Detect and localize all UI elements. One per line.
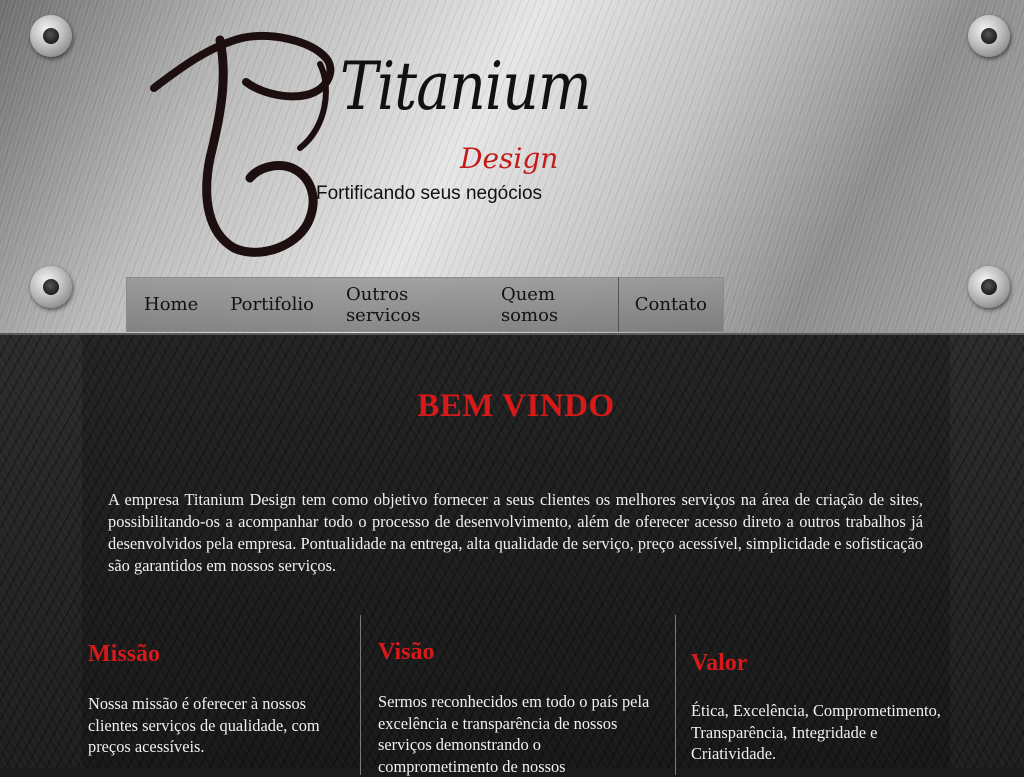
column-divider: [360, 615, 361, 775]
column-title: Missão: [88, 641, 160, 667]
header-brushed-metal: Titanium Design Fortificando seus negóci…: [0, 0, 1024, 335]
column-valor: Valor Ética, Excelência, Comprometimento…: [691, 635, 961, 765]
column-text: Ética, Excelência, Comprometimento, Tran…: [691, 701, 941, 763]
nav-item-outros-servicos[interactable]: Outros servicos: [330, 278, 485, 331]
rivet-mid-left: [30, 266, 72, 308]
logo-t-icon: [150, 32, 335, 257]
logo-subtitle: Design: [460, 142, 559, 175]
column-divider: [675, 615, 676, 775]
intro-paragraph: A empresa Titanium Design tem como objet…: [108, 490, 923, 575]
column-visao: Visão Sermos reconhecidos em todo o país…: [378, 635, 660, 777]
nav-item-home[interactable]: Home: [127, 278, 214, 331]
page-title: BEM VINDO: [417, 388, 615, 424]
column-text: Nossa missão é oferecer à nossos cliente…: [88, 694, 320, 756]
nav-item-portifolio[interactable]: Portifolio: [214, 278, 330, 331]
main-nav: Home Portifolio Outros servicos Quem som…: [126, 277, 724, 332]
column-title: Valor: [691, 650, 748, 676]
rivet-top-left: [30, 15, 72, 57]
logo-tagline: Fortificando seus negócios: [316, 183, 543, 204]
rivet-mid-right: [968, 266, 1010, 308]
rivet-top-right: [968, 15, 1010, 57]
logo-title: Titanium: [340, 48, 592, 125]
column-missao: Missão Nossa missão é oferecer à nossos …: [88, 635, 358, 758]
column-text: Sermos reconhecidos em todo o país pela …: [378, 692, 650, 776]
nav-item-quem-somos[interactable]: Quem somos: [485, 278, 618, 331]
nav-item-contato[interactable]: Contato: [619, 278, 723, 331]
column-title: Visão: [378, 639, 435, 665]
